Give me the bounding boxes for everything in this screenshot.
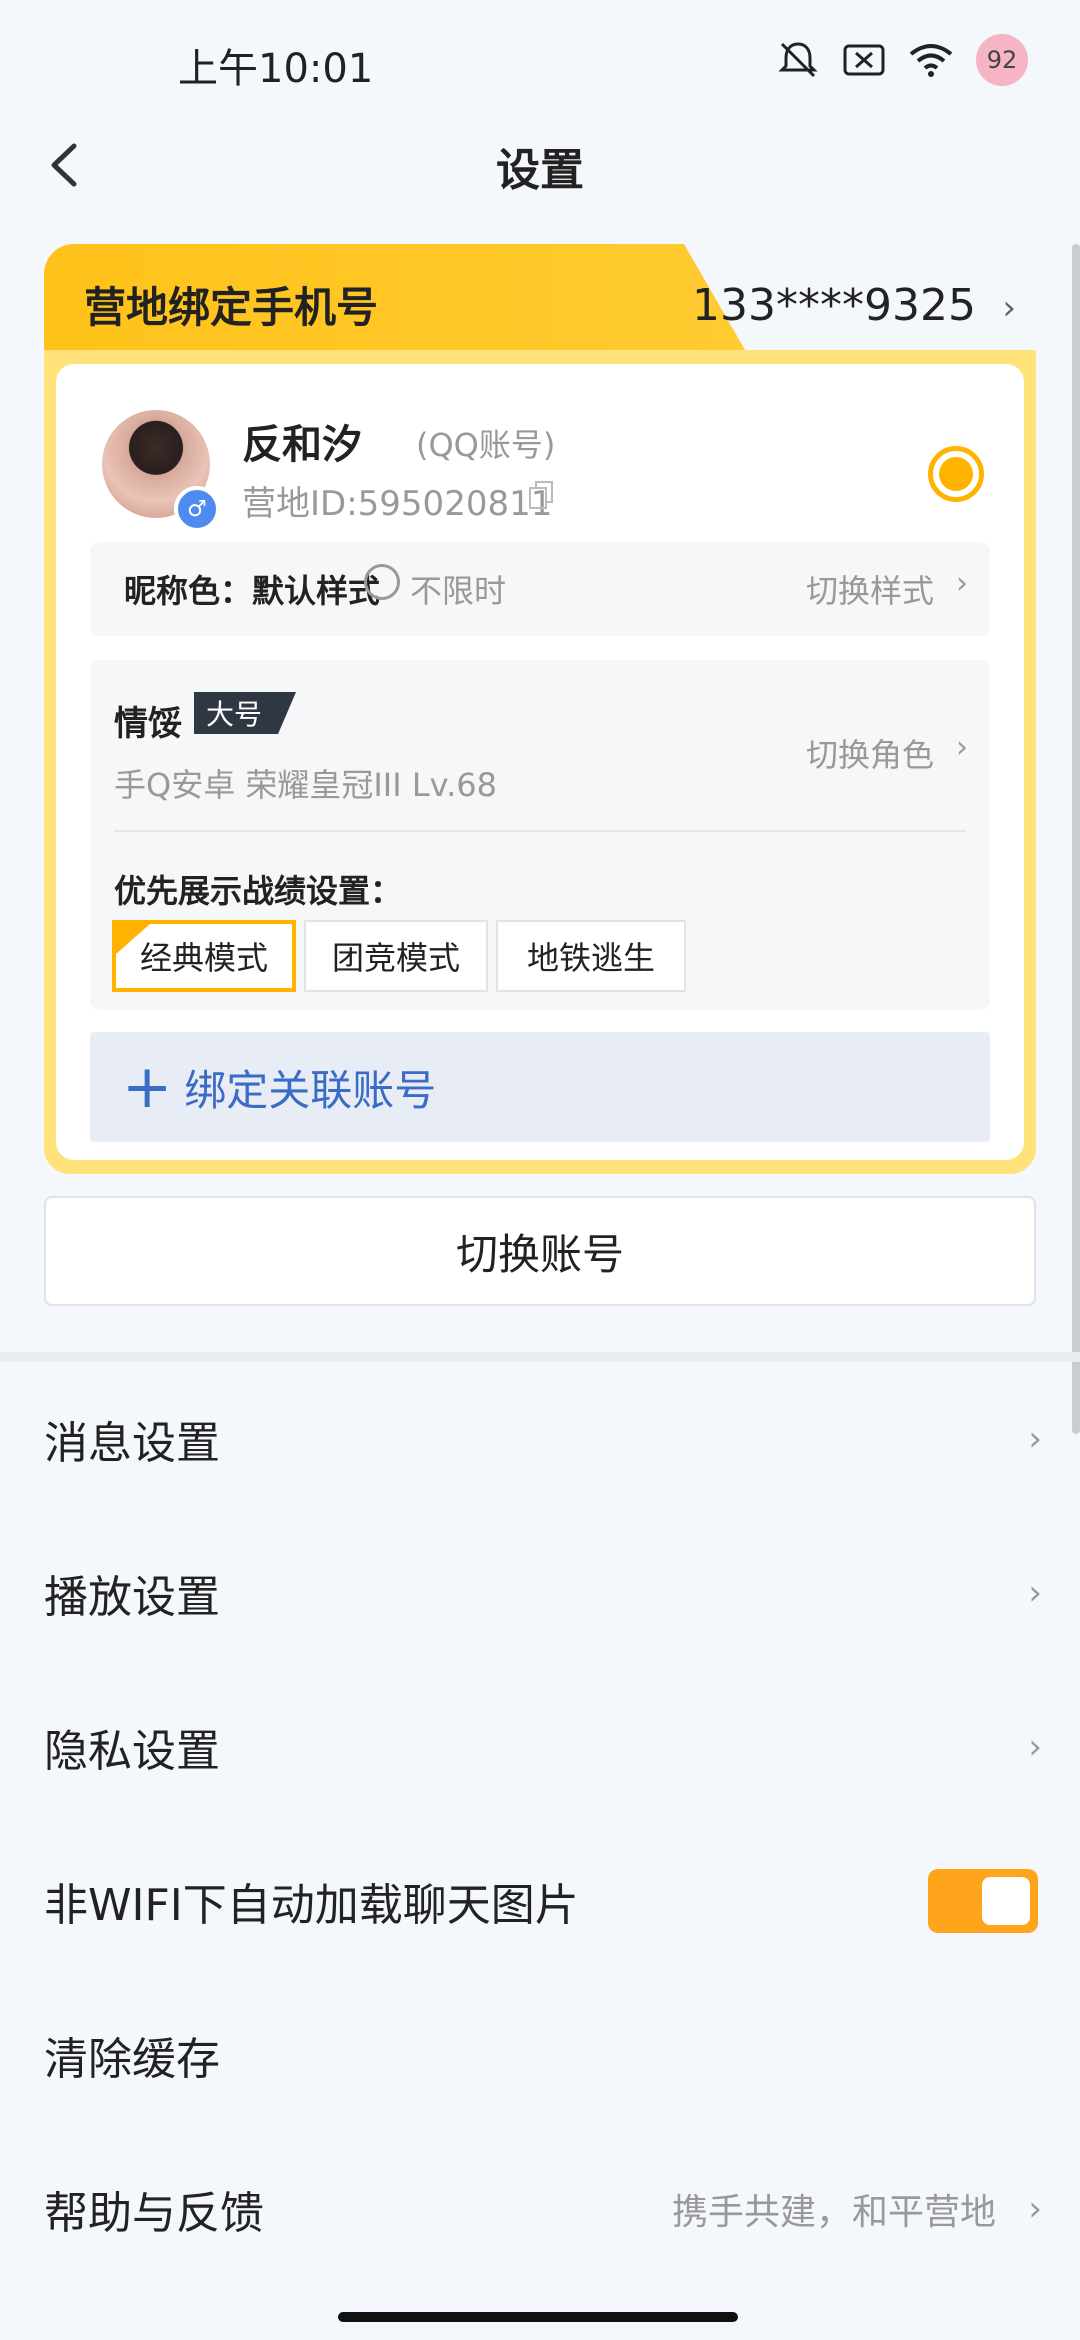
no-sim-icon [843, 44, 885, 76]
menu-label: 帮助与反馈 [44, 2188, 264, 2239]
role-tag: 大号 [194, 692, 296, 734]
switch-role-link[interactable]: 切换角色 [806, 730, 934, 776]
mode-classic[interactable]: 经典模式 [112, 920, 296, 992]
scrollbar[interactable] [1072, 244, 1080, 1434]
clock-icon [364, 564, 400, 600]
camp-id: 营地ID:595020811 [242, 484, 553, 524]
menu-item-message-settings[interactable]: 消息设置 › [0, 1362, 1080, 1516]
card-body: ♂ 反和汐 (QQ账号) 营地ID:595020811 昵称色：默认样式 不限时… [56, 364, 1024, 1160]
menu-item-clear-cache[interactable]: 清除缓存 [0, 1978, 1080, 2132]
menu-label: 隐私设置 [44, 1726, 220, 1777]
switch-style-link[interactable]: 切换样式 [806, 566, 934, 612]
chevron-right-icon: › [1028, 2189, 1042, 2229]
home-indicator[interactable] [338, 2312, 738, 2322]
phone-label: 营地绑定手机号 [84, 283, 379, 332]
divider [114, 830, 966, 832]
pref-label: 优先展示战绩设置： [114, 872, 403, 910]
menu-label: 非WIFI下自动加载聊天图片 [44, 1880, 579, 1931]
plus-icon: + [122, 1052, 173, 1122]
menu-label: 清除缓存 [44, 2034, 220, 2085]
menu-label: 播放设置 [44, 1572, 220, 1623]
menu-item-playback-settings[interactable]: 播放设置 › [0, 1516, 1080, 1670]
account-card: 营地绑定手机号 133****9325 › ♂ 反和汐 (QQ账号) 营地ID:… [44, 244, 1036, 1174]
bind-account-button[interactable]: + 绑定关联账号 [90, 1032, 990, 1142]
status-time: 上午10:01 [178, 46, 374, 92]
status-icons: 92 [776, 34, 1028, 86]
help-slogan: 携手共建，和平营地 [671, 2192, 996, 2233]
role-section: 情馁 大号 手Q安卓 荣耀皇冠III Lv.68 切换角色 › 优先展示战绩设置… [90, 660, 990, 1010]
mode-label: 地铁逃生 [526, 939, 655, 977]
menu-item-auto-load-images: 非WIFI下自动加载聊天图片 [0, 1824, 1080, 1978]
mute-icon [778, 42, 818, 78]
chevron-right-icon: › [956, 730, 968, 765]
auto-load-toggle[interactable] [928, 1869, 1038, 1933]
radio-dot [939, 457, 973, 491]
role-info: 手Q安卓 荣耀皇冠III Lv.68 [114, 766, 498, 804]
mode-label: 经典模式 [139, 939, 268, 977]
name-color-duration: 不限时 [410, 572, 507, 610]
chevron-right-icon: › [1028, 1573, 1042, 1613]
toggle-knob [982, 1877, 1030, 1925]
battery-icon: 92 [976, 34, 1028, 86]
mode-label: 团竞模式 [331, 939, 460, 977]
chevron-right-icon: › [1028, 1419, 1042, 1459]
role-name: 情馁 [114, 704, 182, 744]
menu-item-help-feedback[interactable]: 帮助与反馈 携手共建，和平营地 › [0, 2132, 1080, 2286]
mode-metro[interactable]: 地铁逃生 [496, 920, 686, 992]
mode-team[interactable]: 团竞模式 [304, 920, 488, 992]
account-selected-radio[interactable] [928, 446, 984, 502]
nickname: 反和汐 [242, 422, 362, 468]
chevron-right-icon: › [1028, 1727, 1042, 1767]
name-color-label: 昵称色：默认样式 [124, 572, 381, 610]
name-color-row[interactable]: 昵称色：默认样式 不限时 切换样式 › [90, 542, 990, 636]
bind-account-label: 绑定关联账号 [184, 1065, 437, 1115]
menu-label: 消息设置 [44, 1418, 220, 1469]
copy-icon[interactable] [528, 480, 554, 510]
male-icon: ♂ [174, 486, 220, 532]
page-title: 设置 [496, 145, 584, 196]
menu-item-privacy-settings[interactable]: 隐私设置 › [0, 1670, 1080, 1824]
phone-value[interactable]: 133****9325 [692, 280, 976, 331]
wifi-icon [909, 44, 953, 77]
chevron-right-icon: › [956, 566, 968, 601]
account-type: (QQ账号) [416, 426, 556, 464]
section-divider [0, 1352, 1080, 1362]
chevron-right-icon[interactable]: › [1002, 288, 1016, 328]
switch-account-button[interactable]: 切换账号 [44, 1196, 1036, 1306]
